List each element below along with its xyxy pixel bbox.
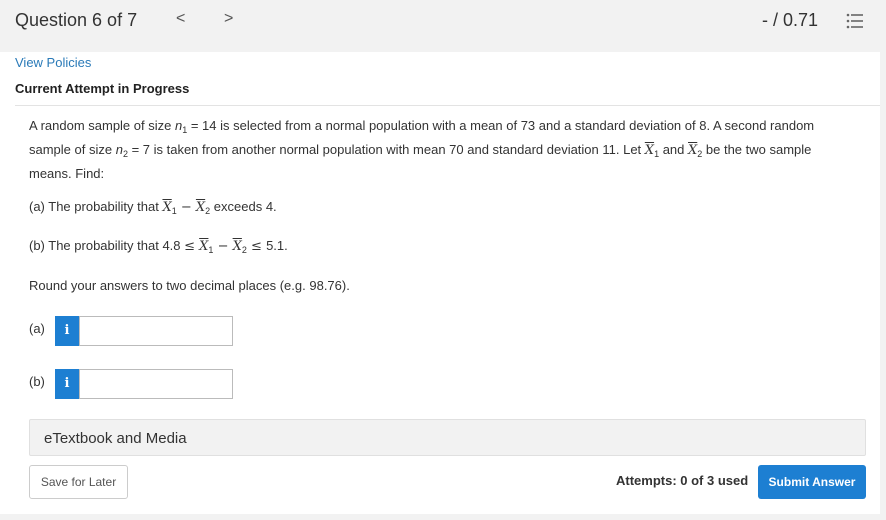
x1-bar: X	[644, 143, 655, 158]
answer-b-input[interactable]	[79, 369, 233, 399]
question-title: Question 6 of 7	[15, 10, 138, 30]
part-a-text: (a) The probability that X1 − X2 exceeds…	[29, 199, 277, 216]
info-icon[interactable]: i	[55, 369, 79, 399]
previous-question-button[interactable]: <	[176, 10, 185, 28]
question-list-icon[interactable]	[846, 11, 864, 31]
answer-b-label: (b)	[29, 374, 45, 389]
view-policies-link[interactable]: View Policies	[15, 55, 91, 70]
part-b-text: (b) The probability that 4.8 ≤ X1 − X2 ≤…	[29, 238, 288, 255]
attempt-heading: Current Attempt in Progress	[15, 81, 190, 96]
etextbook-media-section[interactable]: eTextbook and Media	[29, 419, 866, 456]
answer-a-label: (a)	[29, 321, 45, 336]
next-question-button[interactable]: >	[224, 10, 233, 28]
submit-answer-button[interactable]: Submit Answer	[758, 465, 866, 499]
question-intro: A random sample of size n1 = 14 is selec…	[29, 118, 815, 181]
divider	[15, 105, 880, 106]
answer-a-input[interactable]	[79, 316, 233, 346]
score-display: - / 0.71	[762, 10, 819, 30]
question-panel: View Policies Current Attempt in Progres…	[0, 52, 880, 514]
info-icon[interactable]: i	[55, 316, 79, 346]
save-for-later-button[interactable]: Save for Later	[29, 465, 128, 499]
rounding-instruction: Round your answers to two decimal places…	[29, 278, 350, 293]
attempts-counter: Attempts: 0 of 3 used	[616, 473, 749, 488]
x2-bar: X	[688, 143, 698, 158]
top-bar: Question 6 of 7 < > - / 0.71	[0, 0, 886, 44]
